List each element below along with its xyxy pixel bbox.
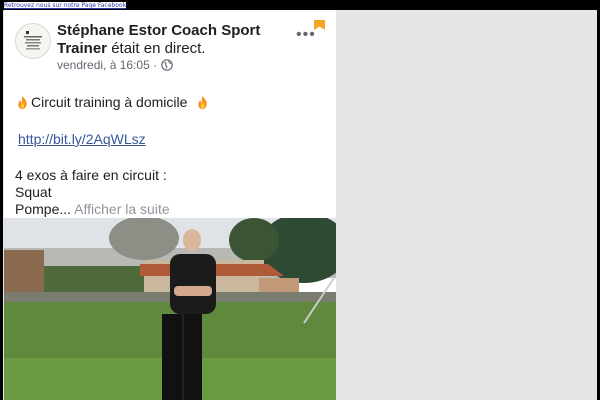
more-options-icon[interactable]: ••• (296, 27, 316, 43)
video-frame-image (4, 218, 336, 400)
bookmark-icon (314, 20, 325, 30)
post-action: était en direct. (111, 39, 206, 57)
post-truncated-text: Pompe... (15, 201, 72, 217)
post-title-line: Circuit training à domicile (15, 94, 210, 111)
see-more-link[interactable]: Afficher la suite (74, 201, 169, 217)
post-author: Stéphane Estor Coach Sport Trainer était… (57, 22, 267, 57)
fire-icon (198, 95, 208, 110)
post-meta: vendredi, à 16:05 · (57, 58, 173, 72)
facebook-page-link[interactable]: Retrouvez nous sur notre Page Facebook (4, 2, 127, 9)
post-title: Circuit training à domicile (31, 94, 188, 110)
facebook-post-card: Stéphane Estor Coach Sport Trainer était… (4, 10, 336, 400)
fire-icon (18, 95, 27, 110)
post-line-squat: Squat (15, 184, 52, 200)
globe-icon (161, 59, 173, 71)
post-timestamp[interactable]: vendredi, à 16:05 · (57, 58, 157, 72)
live-video[interactable] (4, 218, 336, 400)
post-link[interactable]: http://bit.ly/2AqWLsz (18, 131, 146, 147)
avatar[interactable] (15, 23, 51, 59)
post-line-exos: 4 exos à faire en circuit : (15, 167, 167, 183)
post-line-pompe: Pompe... Afficher la suite (15, 201, 170, 218)
